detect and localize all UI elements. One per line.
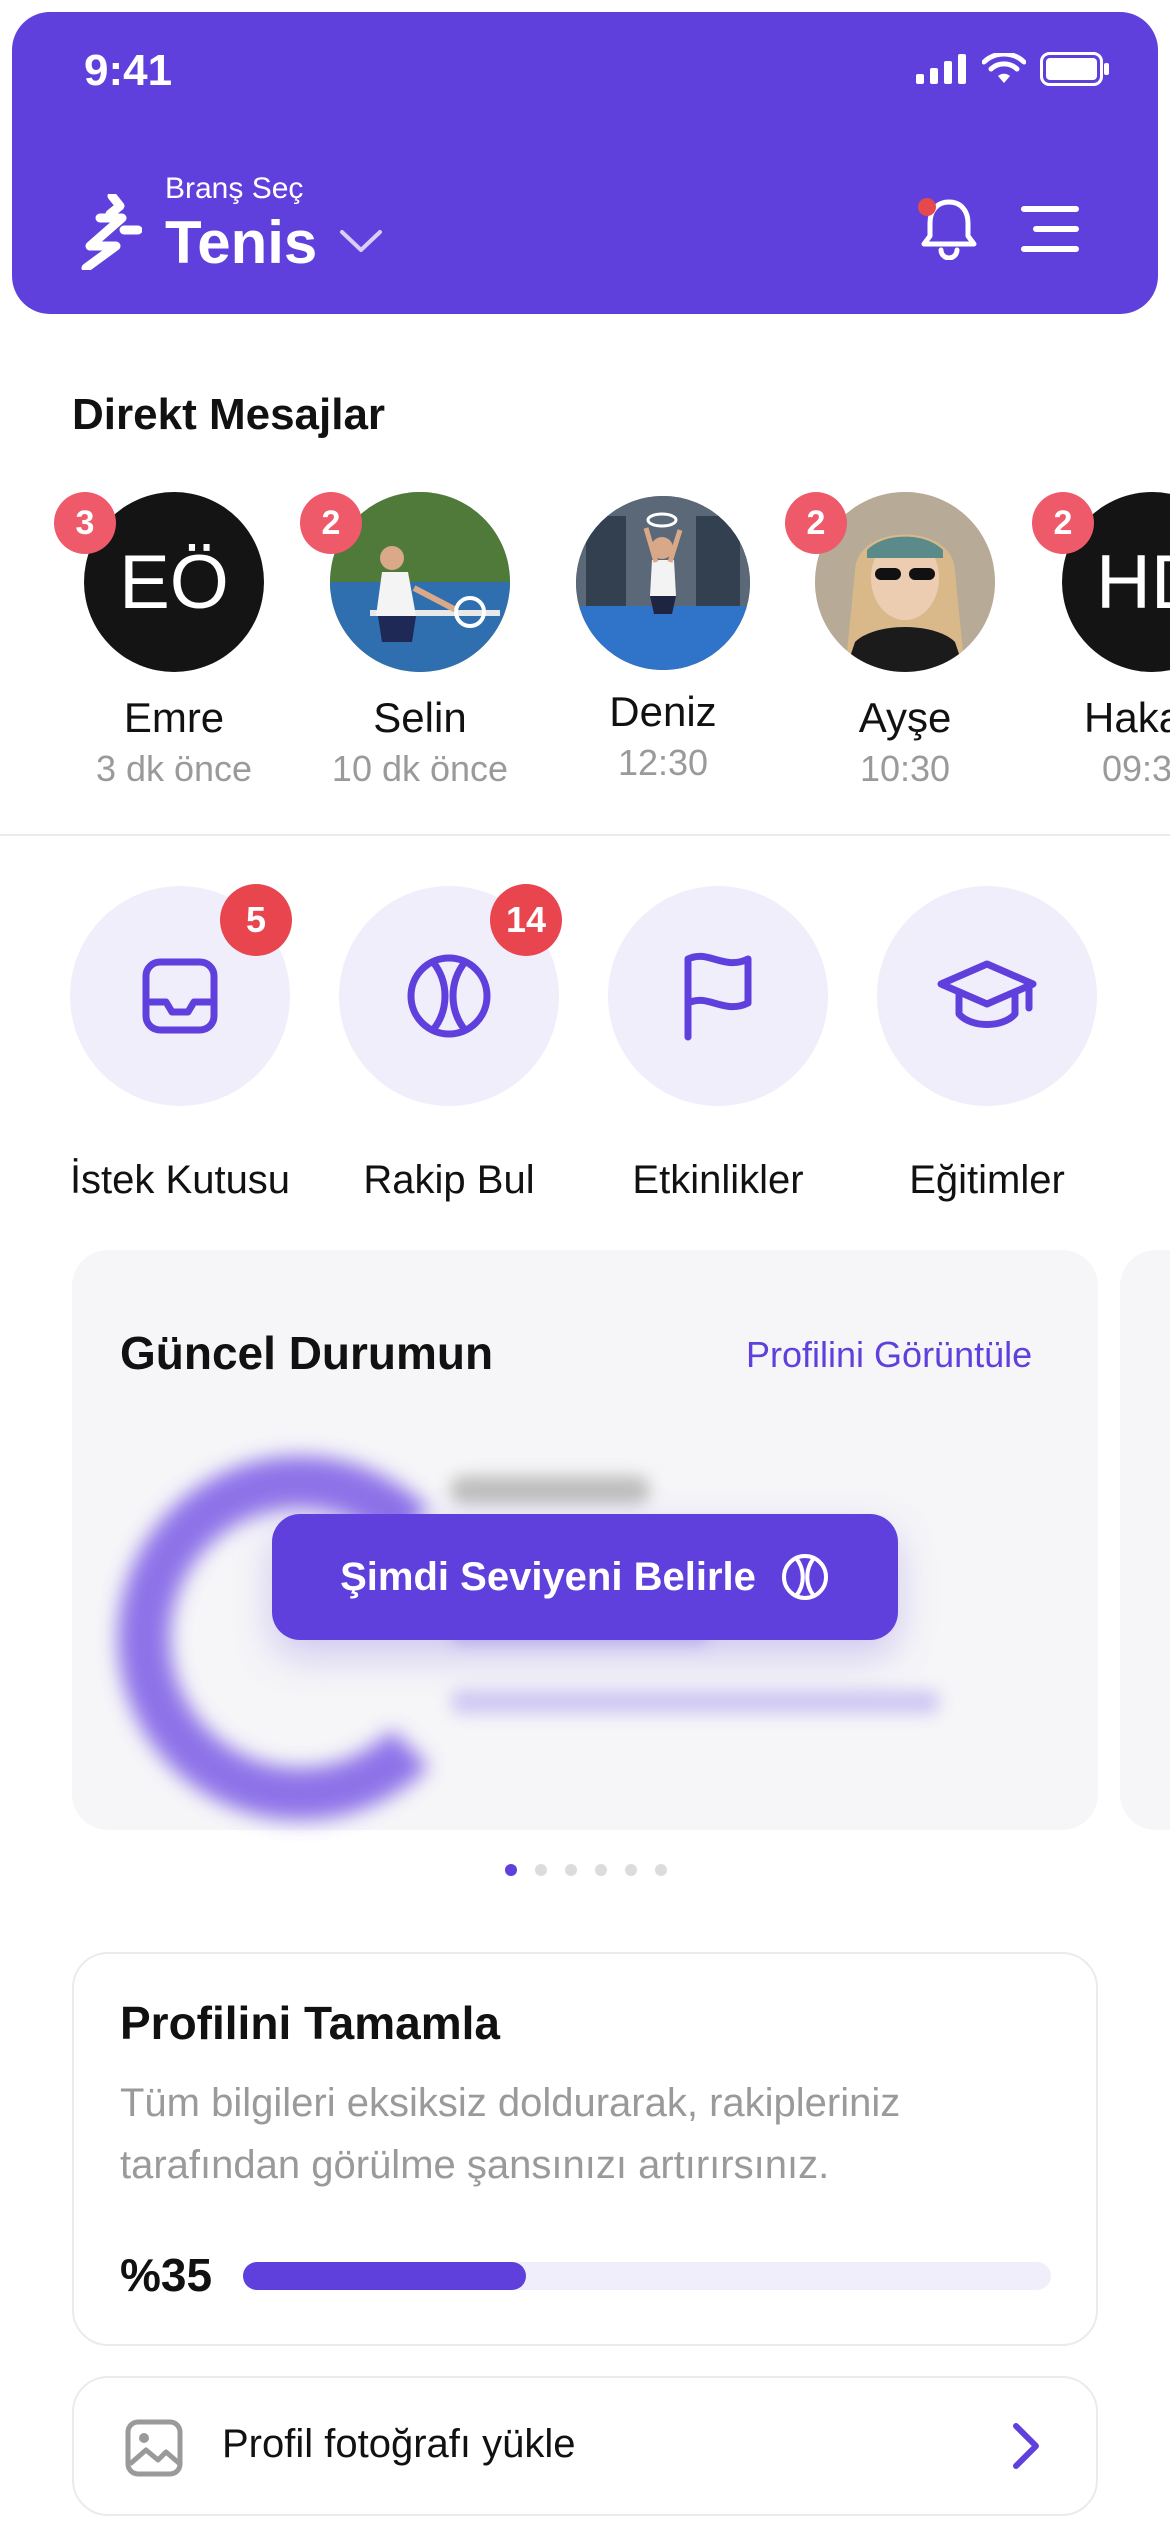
pager-dot[interactable] <box>655 1864 667 1876</box>
pager-dot[interactable] <box>505 1864 517 1876</box>
status-time: 9:41 <box>84 46 173 95</box>
carousel-pager[interactable] <box>505 1864 667 1876</box>
message-time: 3 dk önce <box>95 748 253 789</box>
unread-badge: 2 <box>785 492 847 554</box>
chevron-down-icon[interactable] <box>338 228 384 256</box>
battery-icon <box>1040 52 1109 86</box>
contact-name: Selin <box>373 694 467 741</box>
pager-dot[interactable] <box>625 1864 637 1876</box>
count-badge: 5 <box>220 884 292 956</box>
profile-completion-title: Profilini Tamamla <box>120 1997 501 2049</box>
view-profile-link[interactable]: Profilini Görüntüle <box>746 1334 1032 1376</box>
quick-action-circle <box>608 886 828 1106</box>
signal-icon <box>916 54 966 84</box>
avatar <box>576 496 750 670</box>
section-divider <box>0 834 1170 836</box>
next-card-peek <box>1120 1250 1170 1830</box>
message-time: 09:3 <box>1102 748 1170 789</box>
pager-dot[interactable] <box>595 1864 607 1876</box>
message-time: 12:30 <box>617 742 709 783</box>
flag-icon <box>684 952 752 1041</box>
progress-fill <box>243 2262 526 2290</box>
menu-icon[interactable] <box>1020 204 1080 254</box>
cta-label: Şimdi Seviyeni Belirle <box>340 1554 756 1599</box>
quick-action-events[interactable]: Etkinlikler <box>583 886 853 1203</box>
current-status-title: Güncel Durumun <box>120 1327 494 1379</box>
notification-dot <box>918 198 936 216</box>
chevron-right-icon[interactable] <box>1006 2420 1046 2472</box>
quick-action-label: İstek Kutusu <box>69 1158 291 1202</box>
unread-badge: 3 <box>54 492 116 554</box>
dm-contact[interactable]: Deniz 12:30 <box>548 496 778 784</box>
quick-action-circle <box>877 886 1097 1106</box>
blurred-text <box>450 1476 650 1504</box>
graduation-cap-icon <box>937 960 1037 1028</box>
profile-completion-description: Tüm bilgileri eksiksiz doldurarak, rakip… <box>120 2081 901 2187</box>
blurred-text <box>450 1690 940 1714</box>
quick-action-trainings[interactable]: Eğitimler <box>852 886 1122 1203</box>
unread-badge: 2 <box>1032 492 1094 554</box>
inbox-icon <box>142 958 218 1034</box>
wifi-icon <box>982 53 1026 83</box>
branch-select-value[interactable]: Tenis <box>165 208 317 277</box>
contact-name: Emre <box>123 694 225 741</box>
tennis-ball-icon <box>781 1554 828 1600</box>
contact-name: Hakan <box>1084 694 1170 741</box>
avatar-photo <box>576 496 750 670</box>
pager-dot[interactable] <box>565 1864 577 1876</box>
count-badge: 14 <box>490 884 562 956</box>
contact-name: Ayşe <box>858 694 952 741</box>
pager-dot[interactable] <box>535 1864 547 1876</box>
upload-photo-label: Profil fotoğrafı yükle <box>222 2422 576 2466</box>
unread-badge: 2 <box>300 492 362 554</box>
branch-select-label: Branş Seç <box>165 172 304 205</box>
quick-action-label: Etkinlikler <box>632 1158 804 1202</box>
status-icons <box>916 52 1110 86</box>
tennis-ball-icon <box>407 954 491 1038</box>
completion-percent: %35 <box>120 2249 213 2301</box>
message-time: 10 dk önce <box>331 748 509 789</box>
image-icon <box>125 2419 183 2477</box>
quick-action-label: Rakip Bul <box>363 1158 535 1202</box>
direct-messages-title: Direkt Mesajlar <box>72 390 386 439</box>
running-logo-icon <box>81 194 142 270</box>
contact-name: Deniz <box>609 688 717 735</box>
message-time: 10:30 <box>859 748 951 789</box>
determine-level-button[interactable]: Şimdi Seviyeni Belirle <box>272 1514 898 1640</box>
quick-action-label: Eğitimler <box>909 1158 1065 1202</box>
